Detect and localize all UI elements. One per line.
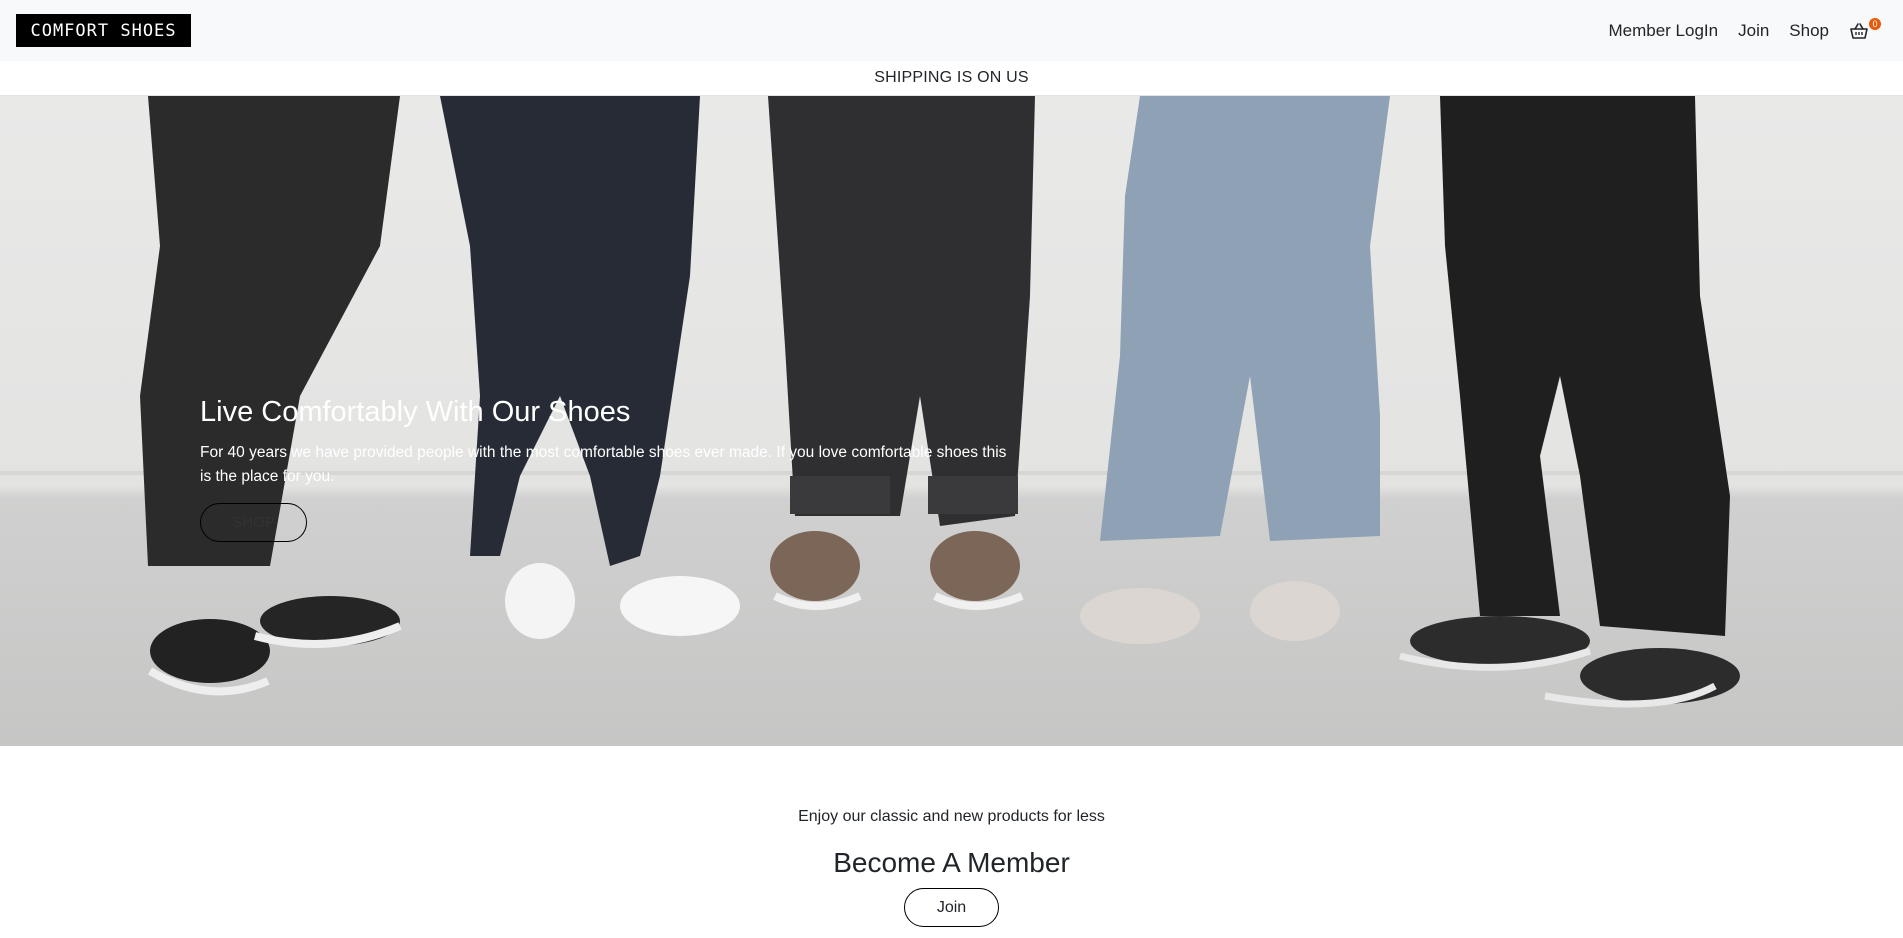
nav-join-link[interactable]: Join — [1738, 21, 1769, 41]
cart-button[interactable]: 0 — [1849, 17, 1881, 41]
member-subtitle: Enjoy our classic and new products for l… — [798, 808, 1105, 825]
brand-logo[interactable]: COMFORT SHOES — [16, 14, 191, 47]
hero-banner: Live Comfortably With Our Shoes For 40 y… — [0, 96, 1903, 746]
shipping-announcement: SHIPPING IS ON US — [0, 61, 1903, 96]
cart-count-badge: 0 — [1869, 17, 1881, 30]
nav-member-login-link[interactable]: Member LogIn — [1608, 21, 1718, 41]
nav-links: Member LogIn Join Shop 0 — [1608, 17, 1887, 41]
nav-shop-link[interactable]: Shop — [1789, 21, 1829, 41]
member-title: Become A Member — [833, 847, 1070, 878]
shop-button[interactable]: SHOP — [200, 503, 307, 542]
navbar: COMFORT SHOES Member LogIn Join Shop 0 — [0, 0, 1903, 61]
basket-icon — [1850, 22, 1868, 39]
hero-title: Live Comfortably With Our Shoes — [200, 396, 631, 428]
join-button[interactable]: Join — [904, 888, 999, 927]
announcement-text: SHIPPING IS ON US — [874, 69, 1029, 86]
member-button-wrap: Join — [0, 888, 1903, 927]
member-section: Enjoy our classic and new products for l… — [0, 746, 1903, 938]
hero-description: For 40 years we have provided people wit… — [200, 444, 1007, 485]
hero-content: Live Comfortably With Our Shoes For 40 y… — [200, 396, 1020, 542]
